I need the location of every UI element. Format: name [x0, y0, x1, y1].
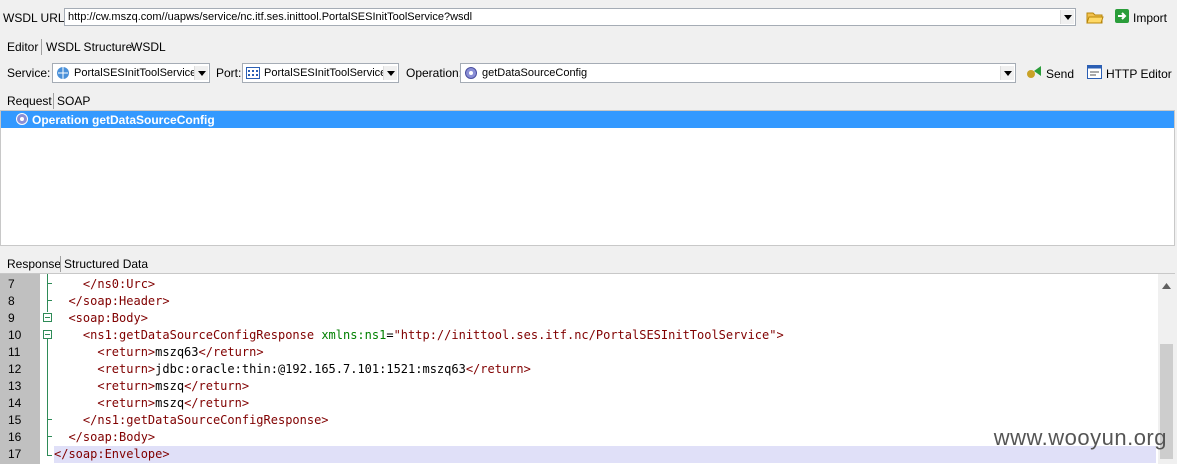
wsdl-url-bar: WSDL URL: http://cw.mszq.com//uapws/serv…	[0, 0, 1177, 34]
code-token: </soap:Body>	[54, 430, 156, 444]
code-line: <return>mszq</return>	[54, 378, 249, 395]
import-icon	[1115, 9, 1129, 26]
tab-wsdl-structure[interactable]: WSDL Structure	[46, 40, 132, 54]
http-editor-icon	[1087, 65, 1102, 82]
code-line: <ns1:getDataSourceConfigResponse xmlns:n…	[54, 327, 784, 344]
service-toolbar: Service: PortalSESInitToolService Port: …	[0, 60, 1177, 86]
request-tree-panel: Operation getDataSourceConfig	[0, 110, 1175, 246]
operation-label: Operation:	[406, 66, 463, 80]
code-line: <soap:Body>	[54, 310, 148, 327]
service-select[interactable]: PortalSESInitToolService	[52, 63, 210, 83]
http-editor-button[interactable]: HTTP Editor	[1087, 65, 1172, 82]
code-token: <return>	[54, 379, 156, 393]
port-select[interactable]: PortalSESInitToolService	[242, 63, 399, 83]
tab-request[interactable]: Request	[7, 94, 52, 108]
line-number: 15	[8, 413, 22, 427]
code-token: <soap:Body>	[54, 311, 148, 325]
line-number: 13	[8, 379, 22, 393]
line-number: 7	[8, 277, 15, 291]
code-token: </return>	[184, 379, 250, 393]
send-button[interactable]: Send	[1026, 65, 1074, 82]
operation-tree-row[interactable]: Operation getDataSourceConfig	[1, 111, 1174, 128]
watermark: www.wooyun.org	[993, 425, 1167, 450]
folder-open-icon[interactable]	[1086, 9, 1104, 28]
editor-tab-bar: Editor WSDL Structure WSDL	[0, 36, 1177, 58]
code-token: </return>	[198, 345, 264, 359]
import-label: Import	[1133, 10, 1168, 25]
request-tab-bar: Request SOAP	[0, 90, 1177, 110]
tab-editor[interactable]: Editor	[7, 40, 38, 54]
operation-select[interactable]: getDataSourceConfig	[460, 63, 1016, 83]
code-line: </ns0:Urc>	[54, 276, 155, 293]
operation-value: getDataSourceConfig	[482, 67, 588, 79]
wsdl-url-input[interactable]: http://cw.mszq.com//uapws/service/nc.itf…	[64, 8, 1076, 26]
wsdl-url-value: http://cw.mszq.com//uapws/service/nc.itf…	[68, 11, 473, 23]
line-number: 11	[8, 345, 21, 359]
operation-row-label: Operation getDataSourceConfig	[32, 113, 215, 127]
code-line: </soap:Body>	[54, 429, 155, 446]
code-line: </soap:Header>	[54, 293, 170, 310]
service-value: PortalSESInitToolService	[74, 67, 194, 79]
line-number: 17	[8, 447, 22, 461]
code-line: <return>jdbc:oracle:thin:@192.165.7.101:…	[54, 361, 531, 378]
code-line: </ns1:getDataSourceConfigResponse>	[54, 412, 329, 429]
send-label: Send	[1046, 66, 1075, 81]
line-number-gutter: 7 8 9 10 11 12 13 14 15 16 17	[0, 274, 40, 464]
chevron-down-icon[interactable]	[383, 66, 397, 80]
line-number: 10	[8, 328, 22, 342]
send-icon	[1026, 65, 1042, 82]
port-value: PortalSESInitToolService	[264, 67, 384, 79]
line-number: 14	[8, 396, 22, 410]
chevron-down-icon[interactable]	[1000, 66, 1014, 80]
line-number: 16	[8, 430, 22, 444]
code-token: </soap:Envelope>	[54, 447, 170, 461]
response-tab-bar: Response Structured Data	[0, 253, 1177, 273]
code-line: <return>mszq63</return>	[54, 344, 264, 361]
code-token: >	[776, 328, 784, 342]
code-token: jdbc:oracle:thin:@192.165.7.101:1521:msz…	[155, 362, 466, 376]
code-line: <return>mszq</return>	[54, 395, 249, 412]
code-token: </soap:Header>	[54, 294, 170, 308]
gear-icon	[15, 112, 29, 129]
code-token: mszq	[155, 396, 185, 410]
code-token: mszq	[155, 379, 185, 393]
code-token: =	[386, 328, 394, 342]
tab-structured-data[interactable]: Structured Data	[64, 257, 148, 271]
code-line: </soap:Envelope>	[54, 446, 170, 463]
chevron-down-icon[interactable]	[194, 66, 208, 80]
code-token: xmlns:ns1	[321, 328, 387, 342]
code-token: </return>	[184, 396, 250, 410]
current-line-highlight	[54, 446, 1156, 463]
tab-wsdl[interactable]: WSDL	[131, 40, 166, 54]
line-number: 8	[8, 294, 15, 308]
code-token: mszq63	[155, 345, 199, 359]
globe-icon	[56, 66, 70, 83]
import-button[interactable]: Import	[1115, 9, 1167, 26]
tab-response[interactable]: Response	[7, 257, 61, 271]
code-token: <return>	[54, 396, 156, 410]
wsdl-url-label: WSDL URL:	[3, 11, 68, 25]
fold-collapse-icon[interactable]	[43, 313, 52, 322]
code-token: <return>	[54, 362, 156, 376]
gear-icon	[464, 66, 478, 83]
line-number: 12	[8, 362, 22, 376]
port-label: Port:	[216, 66, 242, 80]
code-token: <ns1:getDataSourceConfigResponse	[54, 328, 322, 342]
fold-collapse-icon[interactable]	[43, 330, 52, 339]
code-token: </ns0:Urc>	[54, 277, 156, 291]
tab-soap[interactable]: SOAP	[57, 94, 90, 108]
scroll-up-icon[interactable]	[1162, 278, 1171, 292]
chevron-down-icon[interactable]	[1060, 10, 1074, 24]
service-label: Service:	[7, 66, 51, 80]
code-token: </ns1:getDataSourceConfigResponse>	[54, 413, 329, 427]
code-token: <return>	[54, 345, 156, 359]
code-token: </return>	[465, 362, 531, 376]
code-token: "http://inittool.ses.itf.nc/PortalSESIni…	[393, 328, 777, 342]
http-editor-label: HTTP Editor	[1106, 66, 1172, 81]
line-number: 9	[8, 311, 15, 325]
port-icon	[246, 67, 260, 82]
